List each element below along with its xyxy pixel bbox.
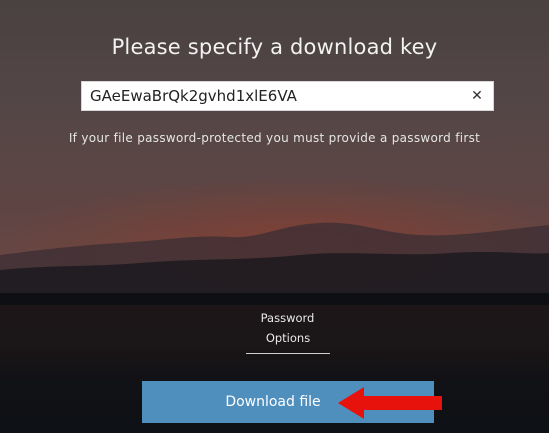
left-arrow-icon [338,387,442,419]
download-key-input[interactable] [82,82,462,110]
mountain-silhouette [0,222,549,305]
download-file-label: Download file [225,394,321,410]
password-hint: If your file password-protected you must… [68,131,481,145]
page-title: Please specify a download key [111,35,438,59]
password-label: Password [260,311,315,325]
password-options-link[interactable]: Options [246,331,330,354]
close-icon[interactable]: ✕ [470,87,484,105]
download-key-field[interactable]: ✕ [81,81,494,111]
